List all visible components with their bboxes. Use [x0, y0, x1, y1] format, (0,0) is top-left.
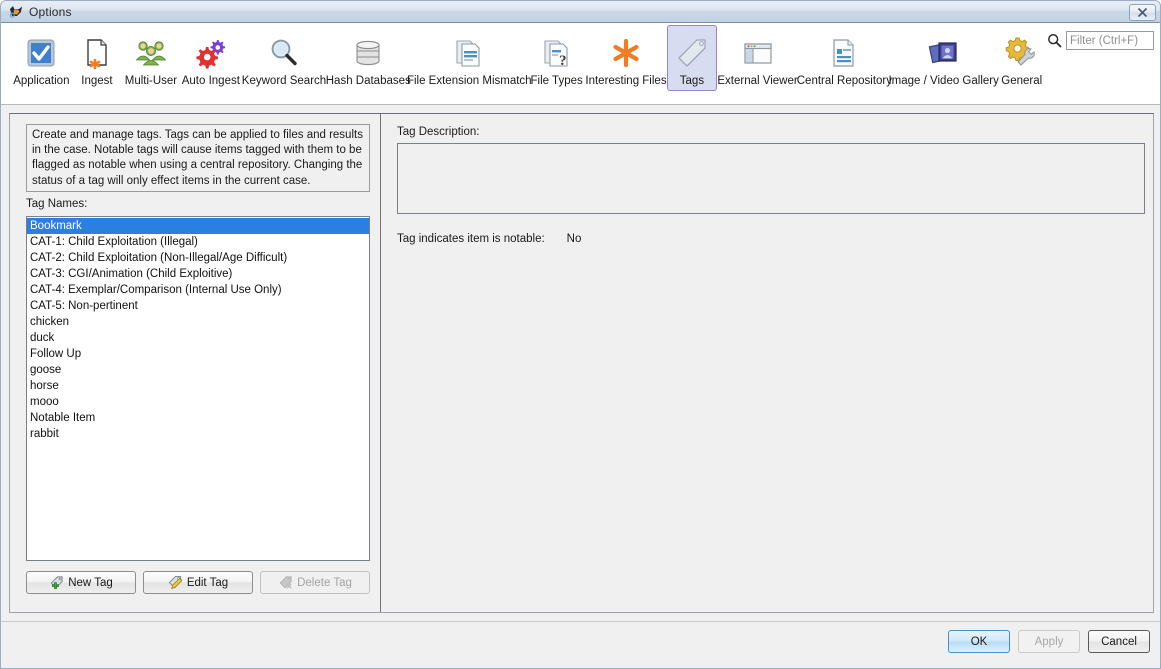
button-label: New Tag	[68, 577, 113, 589]
edit-tag-button[interactable]: Edit Tag	[143, 571, 253, 594]
button-label: Delete Tag	[297, 577, 352, 589]
list-item[interactable]: CAT-3: CGI/Animation (Child Exploitive)	[27, 266, 369, 282]
list-item[interactable]: Follow Up	[27, 346, 369, 362]
toolbar-item-label: Interesting Files	[585, 75, 666, 87]
autopsy-logo-icon	[8, 4, 24, 20]
delete-tag-button: Delete Tag	[260, 571, 370, 594]
toolbar-item-label: Multi-User	[125, 75, 177, 87]
interesting-files-asterisk-icon	[604, 34, 648, 72]
toolbar-item-image-video-gallery[interactable]: Image / Video Gallery	[891, 25, 997, 91]
toolbar-item-label: Keyword Search	[242, 75, 326, 87]
list-item[interactable]: horse	[27, 378, 369, 394]
list-item[interactable]: CAT-5: Non-pertinent	[27, 298, 369, 314]
dialog-footer: OK Apply Cancel	[1, 621, 1161, 669]
tag-pencil-icon	[168, 575, 183, 590]
list-item[interactable]: CAT-1: Child Exploitation (Illegal)	[27, 234, 369, 250]
ingest-document-star-icon	[75, 34, 119, 72]
central-repository-icon	[822, 34, 866, 72]
tag-description-label: Tag Description:	[397, 126, 479, 138]
toolbar-item-external-viewer[interactable]: External Viewer	[717, 25, 798, 91]
list-item[interactable]: chicken	[27, 314, 369, 330]
button-label: Edit Tag	[187, 577, 228, 589]
options-dialog-window: Options Application	[0, 0, 1161, 669]
auto-ingest-gears-icon	[189, 34, 233, 72]
tags-options-panel: Create and manage tags. Tags can be appl…	[9, 113, 1154, 613]
close-button[interactable]	[1129, 4, 1156, 21]
list-item[interactable]: Notable Item	[27, 410, 369, 426]
notable-label: Tag indicates item is notable:	[397, 233, 545, 245]
toolbar-item-label: Auto Ingest	[182, 75, 240, 87]
toolbar-item-label: Hash Databases	[326, 75, 411, 87]
toolbar-item-application[interactable]: Application	[11, 25, 72, 91]
apply-button: Apply	[1018, 630, 1080, 653]
tag-names-list[interactable]: Bookmark CAT-1: Child Exploitation (Ille…	[26, 216, 370, 561]
list-item[interactable]: Bookmark	[27, 218, 369, 234]
toolbar-item-tags[interactable]: Tags	[667, 25, 718, 91]
toolbar-item-general[interactable]: General	[996, 25, 1047, 91]
file-types-question-icon: ?	[535, 34, 579, 72]
keyword-search-magnifier-icon	[262, 34, 306, 72]
tag-action-buttons: New Tag Edit Tag	[26, 571, 370, 595]
list-item[interactable]: goose	[27, 362, 369, 378]
toolbar-item-label: Application	[13, 75, 69, 87]
list-item[interactable]: duck	[27, 330, 369, 346]
notable-row: Tag indicates item is notable: No	[397, 233, 581, 245]
tags-panel-description: Create and manage tags. Tags can be appl…	[26, 124, 370, 192]
svg-text:?: ?	[559, 53, 567, 69]
new-tag-button[interactable]: New Tag	[26, 571, 136, 594]
options-category-toolbar: Application Ingest	[1, 23, 1161, 105]
notable-value: No	[567, 233, 582, 245]
toolbar-item-file-types[interactable]: ? File Types	[528, 25, 585, 91]
right-pane: Tag Description: Tag indicates item is n…	[381, 114, 1153, 612]
hash-databases-cylinder-icon	[346, 34, 390, 72]
toolbar-item-central-repository[interactable]: Central Repository	[798, 25, 891, 91]
toolbar-item-auto-ingest[interactable]: Auto Ingest	[180, 25, 242, 91]
tag-description-field[interactable]	[397, 143, 1145, 214]
left-pane: Create and manage tags. Tags can be appl…	[10, 114, 380, 612]
tags-label-icon	[670, 34, 714, 72]
file-extension-mismatch-icon	[447, 34, 491, 72]
toolbar-item-label: Image / Video Gallery	[888, 75, 998, 87]
list-item[interactable]: rabbit	[27, 426, 369, 442]
image-video-gallery-icon	[922, 34, 966, 72]
toolbar-item-label: Central Repository	[797, 75, 892, 87]
search-icon	[1047, 33, 1062, 48]
toolbar-item-file-extension-mismatch[interactable]: File Extension Mismatch	[411, 25, 528, 91]
toolbar-item-ingest[interactable]: Ingest	[72, 25, 123, 91]
title-bar: Options	[1, 1, 1161, 23]
cancel-button[interactable]: Cancel	[1088, 630, 1150, 653]
toolbar-item-keyword-search[interactable]: Keyword Search	[242, 25, 326, 91]
tag-names-label: Tag Names:	[26, 198, 87, 210]
ok-button[interactable]: OK	[948, 630, 1010, 653]
dialog-buttons: OK Apply Cancel	[948, 630, 1150, 653]
external-viewer-window-icon	[736, 34, 780, 72]
toolbar-item-multi-user[interactable]: Multi-User	[122, 25, 179, 91]
toolbar-filter-area	[1047, 23, 1161, 50]
toolbar-item-label: Ingest	[81, 75, 112, 87]
application-checkbox-icon	[19, 34, 63, 72]
toolbar-item-label: File Extension Mismatch	[407, 75, 532, 87]
toolbar-item-label: General	[1001, 75, 1042, 87]
toolbar-item-hash-databases[interactable]: Hash Databases	[326, 25, 411, 91]
toolbar-item-interesting-files[interactable]: Interesting Files	[585, 25, 666, 91]
tag-plus-icon	[49, 575, 64, 590]
general-gear-wrench-icon	[1000, 34, 1044, 72]
toolbar-item-label: File Types	[531, 75, 583, 87]
list-item[interactable]: mooo	[27, 394, 369, 410]
multi-user-people-icon	[129, 34, 173, 72]
close-icon	[1137, 7, 1148, 18]
window-title: Options	[29, 5, 72, 19]
list-item[interactable]: CAT-4: Exemplar/Comparison (Internal Use…	[27, 282, 369, 298]
toolbar-item-label: Tags	[680, 75, 704, 87]
toolbar-item-label: External Viewer	[717, 75, 797, 87]
list-item[interactable]: CAT-2: Child Exploitation (Non-Illegal/A…	[27, 250, 369, 266]
tag-delete-icon	[278, 575, 293, 590]
filter-input[interactable]	[1066, 31, 1154, 50]
